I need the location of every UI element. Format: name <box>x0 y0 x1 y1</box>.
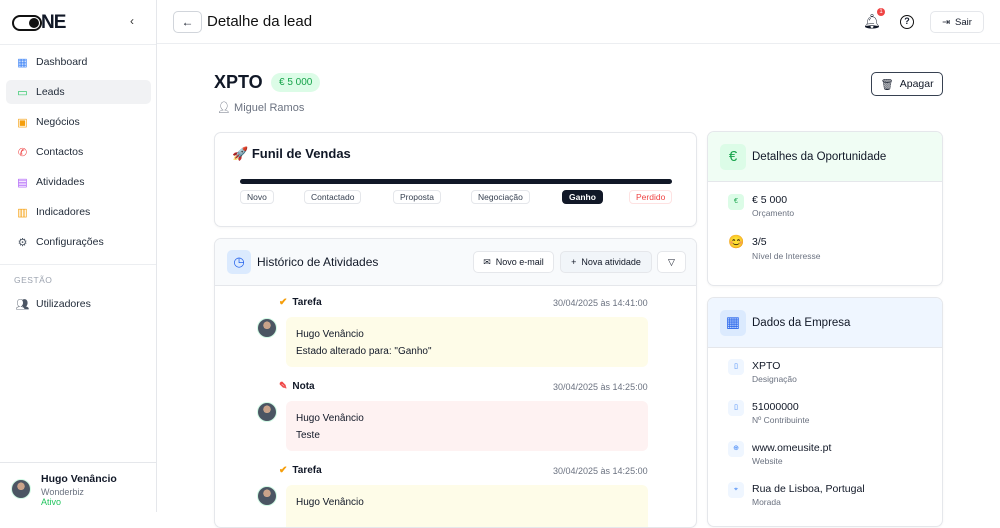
sidebar-item-leads[interactable]: ▭ Leads <box>6 80 151 104</box>
sidebar-item-negocios[interactable]: ▣ Negócios <box>6 110 151 134</box>
arrow-left-icon: ← <box>181 15 194 29</box>
id-icon: ▯ <box>728 359 744 375</box>
clock-icon: ◷ <box>227 250 251 274</box>
lead-owner: 👤︎ Miguel Ramos <box>217 102 305 114</box>
euro-icon: € <box>728 194 744 210</box>
rocket-icon: 🚀 <box>232 146 252 161</box>
user-profile[interactable]: Hugo Venâncio Wonderbiz Ativo <box>0 462 157 512</box>
stage-negociacao[interactable]: Negociação <box>471 190 530 204</box>
logout-icon: ⇥ <box>942 16 951 28</box>
logout-button[interactable]: ⇥ Sair <box>930 11 984 33</box>
stage-ganho[interactable]: Ganho <box>562 190 603 204</box>
avatar <box>11 479 31 499</box>
stage-novo[interactable]: Novo <box>240 190 274 204</box>
user-icon: 👤︎ <box>217 102 235 114</box>
smile-icon: 😊 <box>728 234 745 249</box>
bell-icon[interactable]: 🔔︎ <box>863 13 881 30</box>
company-card: ▦ Dados da Empresa ▯ XPTO Designação ▯ 51… <box>707 297 943 527</box>
sales-funnel-card: 🚀 Funil de Vendas Novo Contactado Propos… <box>214 132 697 227</box>
map-pin-icon: ⌖ <box>728 482 744 498</box>
gear-icon: ⚙ <box>17 236 28 249</box>
new-email-button[interactable]: ✉ Novo e-mail <box>473 251 554 273</box>
plus-icon: + <box>571 257 577 267</box>
stage-proposta[interactable]: Proposta <box>393 190 442 204</box>
avatar <box>257 486 277 506</box>
phone-icon: ✆ <box>17 146 28 159</box>
leads-icon: ▭ <box>17 86 28 99</box>
history-title: Histórico de Atividades <box>257 255 379 269</box>
new-activity-button[interactable]: + Nova atividade <box>560 251 652 273</box>
collapse-sidebar-icon[interactable]: ‹ <box>130 14 134 28</box>
avatar <box>257 318 277 338</box>
briefcase-icon: ▣ <box>17 116 28 129</box>
section-label: GESTÃO <box>14 275 53 285</box>
bar-chart-icon: ▥ <box>17 206 28 219</box>
calendar-icon: ▤ <box>17 176 28 189</box>
euro-icon: € <box>720 144 746 170</box>
users-icon: 👥︎ <box>15 298 30 311</box>
delete-button[interactable]: 🗑︎ Apagar <box>871 72 943 96</box>
back-button[interactable]: ← <box>173 11 202 33</box>
sidebar-item-contactos[interactable]: ✆ Contactos <box>6 140 151 164</box>
status-badge: Ativo <box>41 497 62 507</box>
filter-icon: ▽ <box>668 256 675 267</box>
sidebar-item-atividades[interactable]: ▤ Atividades <box>6 170 151 194</box>
amount-badge: € 5 000 <box>271 73 321 92</box>
lead-name: XPTO <box>214 72 263 92</box>
opportunity-card: € Detalhes da Oportunidade € € 5 000 Orça… <box>707 131 943 286</box>
avatar <box>257 402 277 422</box>
filter-button[interactable]: ▽ <box>657 251 686 273</box>
notification-badge: 1 <box>877 8 885 16</box>
sidebar: NE ‹ ▦ Dashboard ▭ Leads ▣ Negócios ✆ Contac… <box>0 0 157 512</box>
task-icon: ✔ <box>279 465 288 476</box>
help-icon[interactable]: ? <box>900 15 914 29</box>
dashboard-icon: ▦ <box>17 56 28 69</box>
header: ← Detalhe da lead 🔔︎ 1 ? ⇥ Sair <box>157 0 1000 44</box>
activity-history-card: ◷ Histórico de Atividades ✉ Novo e-mail +… <box>214 238 697 528</box>
funnel-progress-bar <box>240 179 672 184</box>
page-title: Detalhe da lead <box>207 13 313 30</box>
stage-contactado[interactable]: Contactado <box>304 190 362 204</box>
document-icon: ▯ <box>728 400 744 416</box>
task-icon: ✔ <box>279 297 288 308</box>
stage-perdido[interactable]: Perdido <box>629 190 673 204</box>
sidebar-item-indicadores[interactable]: ▥ Indicadores <box>6 200 151 224</box>
logo[interactable]: NE <box>12 12 66 34</box>
globe-icon: ⊕ <box>728 441 744 457</box>
sidebar-item-utilizadores[interactable]: 👥︎ Utilizadores <box>6 292 151 316</box>
mail-icon: ✉ <box>483 256 491 267</box>
building-icon: ▦ <box>720 310 746 336</box>
funnel-title: 🚀 Funil de Vendas <box>232 146 351 161</box>
sidebar-item-configuracoes[interactable]: ⚙ Configurações <box>6 230 151 254</box>
sidebar-item-dashboard[interactable]: ▦ Dashboard <box>6 50 151 74</box>
trash-icon: 🗑︎ <box>880 78 894 91</box>
note-icon: ✎ <box>279 381 288 392</box>
